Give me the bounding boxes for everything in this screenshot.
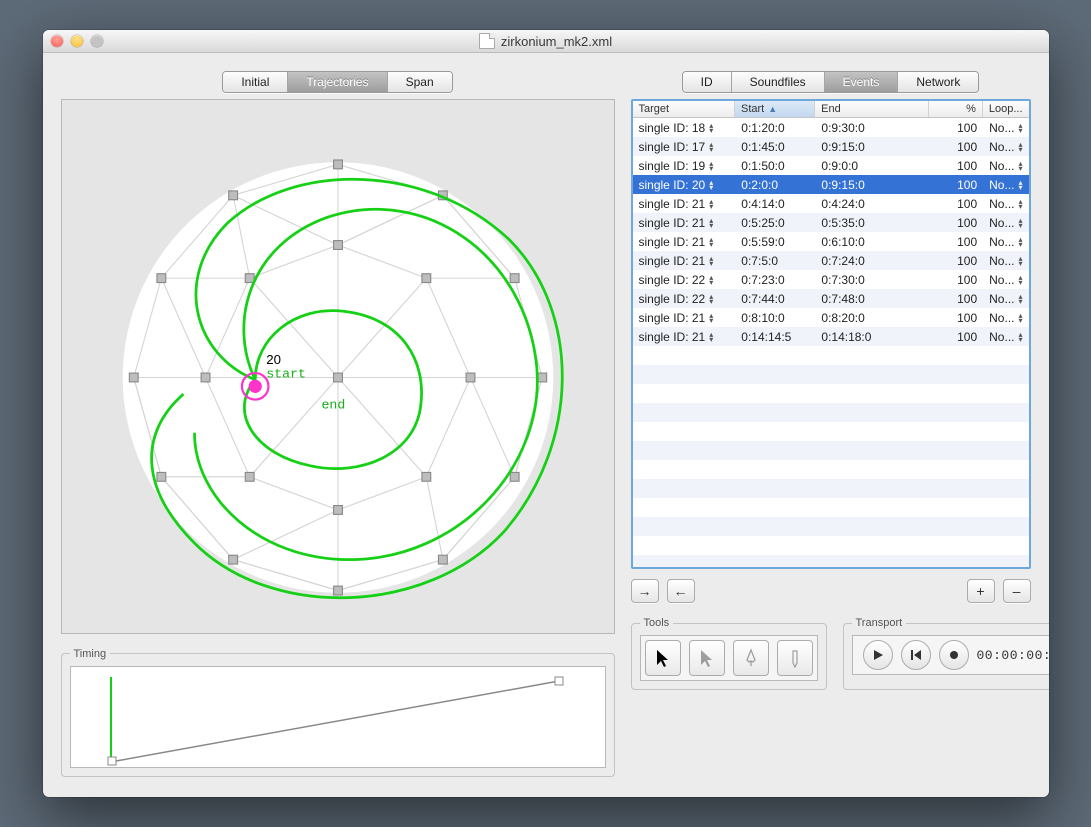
timing-canvas[interactable] [70, 666, 606, 768]
table-row[interactable]: single ID: 18▴▾0:1:20:00:9:30:0100No...▴… [633, 118, 1029, 137]
inspector-tabs: IDSoundfilesEventsNetwork [682, 71, 980, 93]
stepper-icon[interactable]: ▴▾ [1018, 237, 1022, 247]
transport-label: Transport [852, 617, 907, 629]
table-row-empty [633, 403, 1029, 422]
timing-group: Timing [61, 648, 615, 777]
stepper-icon[interactable]: ▴▾ [1018, 313, 1022, 323]
tools-label: Tools [640, 617, 674, 629]
table-row-empty [633, 517, 1029, 536]
table-row[interactable]: single ID: 21▴▾0:14:14:50:14:18:0100No..… [633, 327, 1029, 346]
stepper-icon[interactable]: ▴▾ [709, 123, 713, 133]
tool-direct-select[interactable] [689, 640, 725, 676]
prev-button[interactable]: ← [667, 579, 695, 603]
table-row-empty [633, 365, 1029, 384]
stepper-icon[interactable]: ▴▾ [709, 256, 713, 266]
table-row-empty [633, 346, 1029, 365]
table-row-empty [633, 536, 1029, 555]
tool-pen[interactable] [733, 640, 769, 676]
zoom-icon[interactable] [91, 35, 103, 47]
stepper-icon[interactable]: ▴▾ [1018, 142, 1022, 152]
traffic-lights [51, 35, 103, 47]
tab-id[interactable]: ID [683, 72, 732, 92]
stepper-icon[interactable]: ▴▾ [709, 313, 713, 323]
end-label: end [321, 397, 345, 412]
table-row[interactable]: single ID: 21▴▾0:7:5:00:7:24:0100No...▴▾ [633, 251, 1029, 270]
stepper-icon[interactable]: ▴▾ [709, 180, 713, 190]
stepper-icon[interactable]: ▴▾ [1018, 161, 1022, 171]
table-body[interactable]: single ID: 18▴▾0:1:20:00:9:30:0100No...▴… [633, 118, 1029, 567]
tab-trajectories[interactable]: Trajectories [288, 72, 387, 92]
stepper-icon[interactable]: ▴▾ [1018, 294, 1022, 304]
tool-select[interactable] [645, 640, 681, 676]
table-row-empty [633, 555, 1029, 567]
add-button[interactable]: + [967, 579, 995, 603]
document-icon [479, 33, 495, 49]
stepper-icon[interactable]: ▴▾ [1018, 199, 1022, 209]
col-end[interactable]: End [815, 101, 929, 117]
table-row-empty [633, 441, 1029, 460]
stepper-icon[interactable]: ▴▾ [1018, 256, 1022, 266]
table-row[interactable]: single ID: 21▴▾0:4:14:00:4:24:0100No...▴… [633, 194, 1029, 213]
tab-span[interactable]: Span [388, 72, 452, 92]
titlebar[interactable]: zirkonium_mk2.xml [43, 30, 1049, 53]
start-label: start [266, 366, 306, 381]
stepper-icon[interactable]: ▴▾ [1018, 332, 1022, 342]
table-row[interactable]: single ID: 22▴▾0:7:44:00:7:48:0100No...▴… [633, 289, 1029, 308]
rewind-button[interactable] [901, 640, 931, 670]
tool-pencil[interactable] [777, 640, 813, 676]
table-row-empty [633, 479, 1029, 498]
timecode-display: 00:00:00:000 [977, 648, 1049, 663]
next-button[interactable]: → [631, 579, 659, 603]
stepper-icon[interactable]: ▴▾ [709, 275, 713, 285]
stepper-icon[interactable]: ▴▾ [1018, 123, 1022, 133]
table-row-empty [633, 460, 1029, 479]
table-row[interactable]: single ID: 17▴▾0:1:45:00:9:15:0100No...▴… [633, 137, 1029, 156]
tab-events[interactable]: Events [825, 72, 899, 92]
table-row[interactable]: single ID: 21▴▾0:8:10:00:8:20:0100No...▴… [633, 308, 1029, 327]
table-row[interactable]: single ID: 20▴▾0:2:0:00:9:15:0100No...▴▾ [633, 175, 1029, 194]
col-loop[interactable]: Loop... [983, 101, 1029, 117]
table-row[interactable]: single ID: 21▴▾0:5:25:00:5:35:0100No...▴… [633, 213, 1029, 232]
stepper-icon[interactable]: ▴▾ [709, 237, 713, 247]
table-row-empty [633, 498, 1029, 517]
point-id-label: 20 [266, 352, 281, 367]
events-table: Target Start▲ End % Loop... single ID: 1… [631, 99, 1031, 569]
tab-soundfiles[interactable]: Soundfiles [732, 72, 825, 92]
table-header: Target Start▲ End % Loop... [633, 101, 1029, 118]
minimize-icon[interactable] [71, 35, 83, 47]
stepper-icon[interactable]: ▴▾ [1018, 218, 1022, 228]
table-row[interactable]: single ID: 22▴▾0:7:23:00:7:30:0100No...▴… [633, 270, 1029, 289]
table-row-empty [633, 384, 1029, 403]
close-icon[interactable] [51, 35, 63, 47]
col-percent[interactable]: % [929, 101, 983, 117]
tab-initial[interactable]: Initial [223, 72, 288, 92]
stepper-icon[interactable]: ▴▾ [709, 199, 713, 209]
tab-network[interactable]: Network [898, 72, 978, 92]
table-row-empty [633, 422, 1029, 441]
view-mode-tabs: InitialTrajectoriesSpan [222, 71, 452, 93]
timing-label: Timing [70, 648, 111, 660]
table-row[interactable]: single ID: 19▴▾0:1:50:00:9:0:0100No...▴▾ [633, 156, 1029, 175]
window-title: zirkonium_mk2.xml [501, 34, 612, 49]
stepper-icon[interactable]: ▴▾ [709, 332, 713, 342]
record-button[interactable] [939, 640, 969, 670]
trajectory-canvas[interactable]: 20 start end [61, 99, 615, 634]
transport-group: Transport 00:00:00:000 [843, 617, 1049, 690]
col-start[interactable]: Start▲ [735, 101, 815, 117]
stepper-icon[interactable]: ▴▾ [1018, 275, 1022, 285]
app-window: zirkonium_mk2.xml InitialTrajectoriesSpa… [43, 30, 1049, 797]
col-target[interactable]: Target [633, 101, 736, 117]
remove-button[interactable]: – [1003, 579, 1031, 603]
stepper-icon[interactable]: ▴▾ [709, 161, 713, 171]
play-button[interactable] [863, 640, 893, 670]
stepper-icon[interactable]: ▴▾ [709, 294, 713, 304]
tools-group: Tools [631, 617, 827, 690]
sort-asc-icon: ▲ [768, 104, 777, 114]
stepper-icon[interactable]: ▴▾ [709, 218, 713, 228]
stepper-icon[interactable]: ▴▾ [1018, 180, 1022, 190]
stepper-icon[interactable]: ▴▾ [709, 142, 713, 152]
table-row[interactable]: single ID: 21▴▾0:5:59:00:6:10:0100No...▴… [633, 232, 1029, 251]
